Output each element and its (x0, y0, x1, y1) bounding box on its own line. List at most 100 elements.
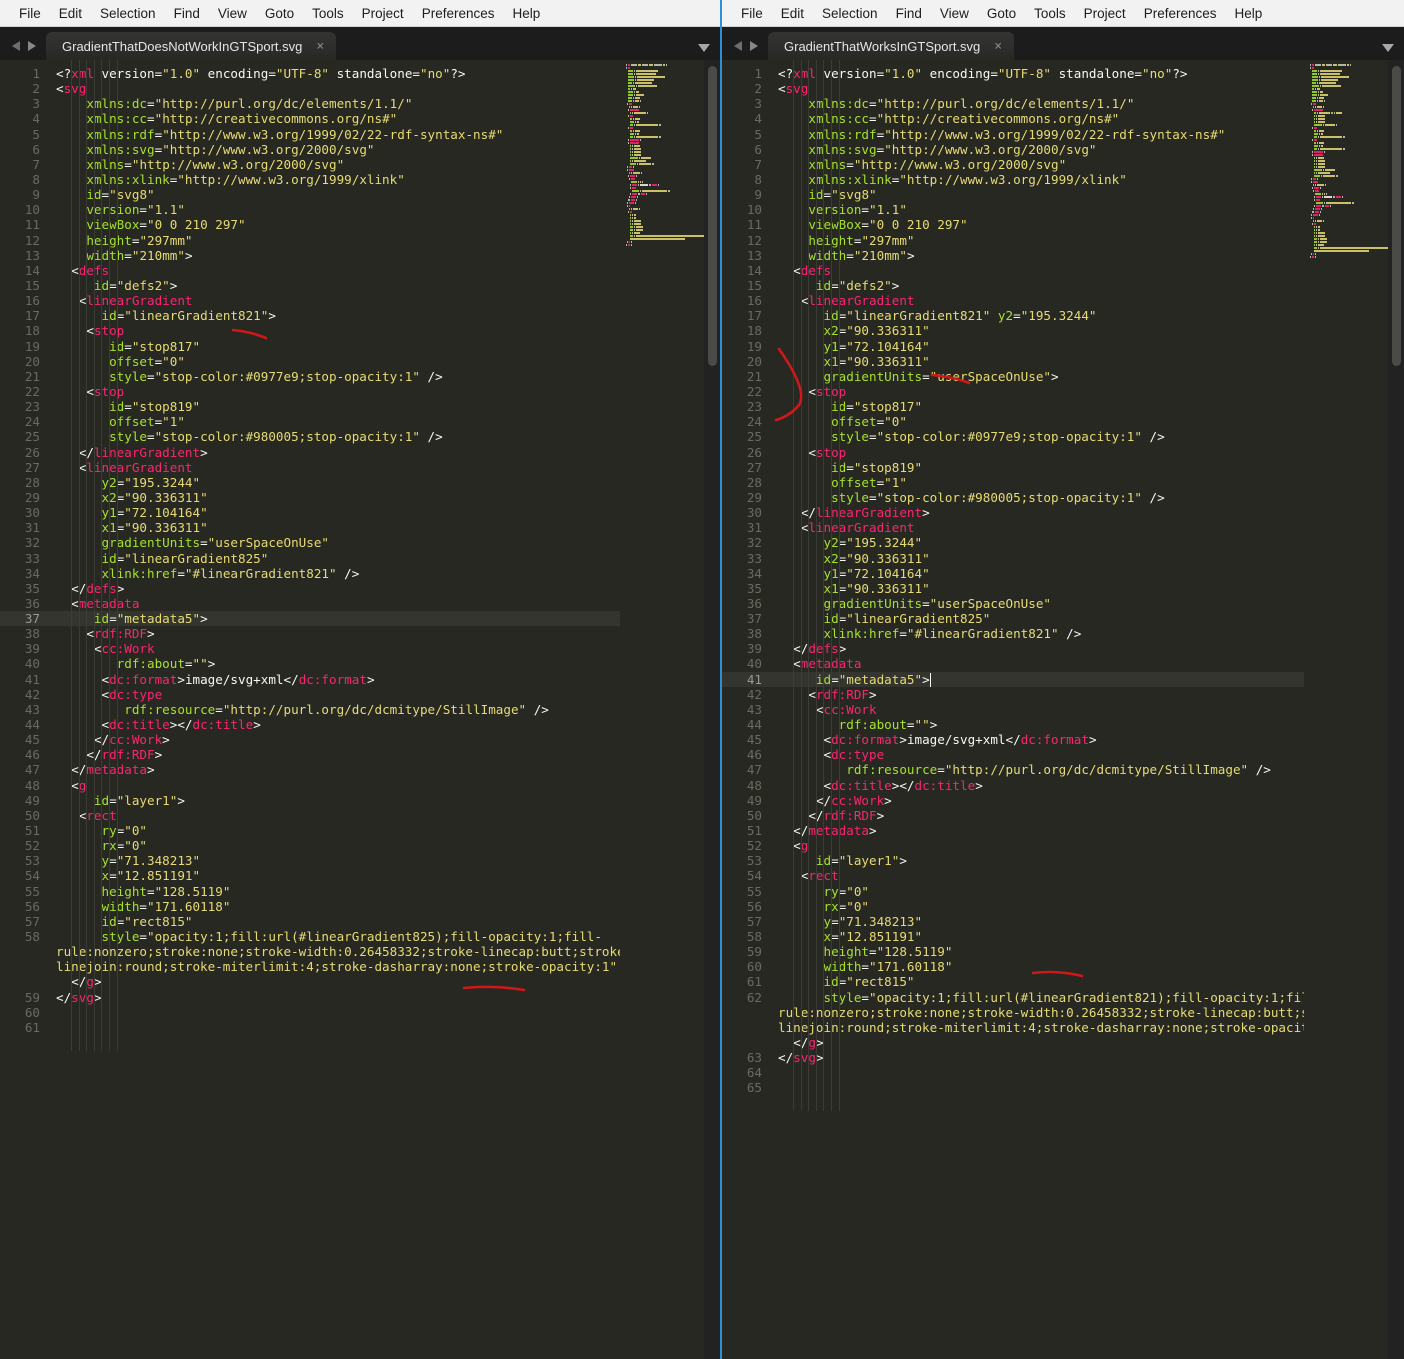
line-number: 13 (746, 247, 762, 263)
token-str: "stop819" (853, 459, 923, 475)
token-attr: rdf:resource (124, 701, 216, 717)
scrollbar-track-left[interactable] (704, 60, 720, 1359)
line-number: 34 (24, 565, 40, 581)
token-tag: g (800, 838, 809, 854)
token-str: "90.336311" (846, 580, 930, 596)
token-str: "171.60118" (147, 898, 231, 914)
menu-item-goto[interactable]: Goto (256, 3, 303, 24)
minimap-line (629, 214, 711, 216)
tab-label: GradientThatWorksInGTSport.svg (784, 38, 981, 54)
line-number: 51 (24, 823, 40, 839)
close-icon[interactable]: × (316, 40, 324, 53)
token-attr: xmlns:dc (808, 96, 870, 112)
menu-item-file[interactable]: File (732, 3, 772, 24)
minimap-line (1312, 91, 1394, 93)
menu-item-find[interactable]: Find (887, 3, 931, 24)
token-attr: ry (823, 883, 839, 899)
editor-right[interactable]: 1 2 3 4 5 6 7 8 9 10 11 12 13 14 15 16 17 18 19 20 21 22 23 24 2… (722, 60, 1404, 1359)
scrollbar-track-right[interactable] (1388, 60, 1404, 1359)
line-number: 45 (24, 732, 40, 748)
menu-item-tools[interactable]: Tools (303, 3, 353, 24)
minimap-line (1311, 109, 1395, 111)
token-tag: dc:title (831, 777, 892, 793)
chevron-down-icon[interactable] (698, 44, 710, 52)
nav-back-icon[interactable] (12, 41, 20, 51)
token-plain: = (109, 611, 117, 627)
line-number: 42 (24, 686, 40, 702)
chevron-down-icon[interactable] (1382, 44, 1394, 52)
token-punc: > (366, 671, 375, 687)
token-punc: </ (71, 580, 87, 596)
menu-item-help[interactable]: Help (504, 3, 550, 24)
close-icon[interactable]: × (994, 40, 1002, 53)
token-tag: metadata (800, 656, 862, 672)
scrollbar-thumb-right[interactable] (1392, 66, 1401, 366)
token-str: "90.336311" (846, 323, 930, 339)
menu-item-file[interactable]: File (10, 3, 50, 24)
menu-item-project[interactable]: Project (1075, 3, 1135, 24)
minimap-line (1312, 94, 1394, 96)
menu-item-selection[interactable]: Selection (813, 3, 887, 24)
minimap-line (629, 112, 711, 114)
nav-forward-icon[interactable] (750, 41, 758, 51)
line-number: 24 (746, 414, 762, 430)
token-tag: g (86, 974, 94, 990)
nav-back-icon[interactable] (734, 41, 742, 51)
menu-item-selection[interactable]: Selection (91, 3, 165, 24)
tab-left[interactable]: GradientThatDoesNotWorkInGTSport.svg × (46, 32, 337, 60)
menu-item-tools[interactable]: Tools (1025, 3, 1075, 24)
token-str: "stop-color:#0977e9;stop-opacity:1" (876, 429, 1142, 445)
editor-left[interactable]: 1 2 3 4 5 6 7 8 9 10 11 12 13 14 15 16 17 18 19 20 21 22 23 24 2… (0, 60, 720, 1359)
minimap-line (630, 121, 710, 123)
menu-item-preferences[interactable]: Preferences (1135, 3, 1226, 24)
line-number: 5 (754, 126, 762, 142)
minimap-line (630, 124, 710, 126)
token-punc: < (823, 747, 832, 763)
line-number: 12 (24, 232, 40, 248)
token-attr: xlink:href (101, 565, 178, 581)
menu-item-view[interactable]: View (931, 3, 978, 24)
token-punc: < (86, 383, 94, 399)
token-punc: > (268, 308, 276, 324)
minimap-line (1313, 184, 1395, 186)
token-str: "1.1" (869, 202, 907, 218)
token-plain: = (147, 429, 155, 445)
minimap-right[interactable] (1304, 60, 1404, 1359)
token-plain: = (147, 96, 155, 112)
minimap-line (626, 244, 711, 246)
token-punc: </ (793, 1035, 809, 1051)
menu-item-preferences[interactable]: Preferences (413, 3, 504, 24)
nav-forward-icon[interactable] (28, 41, 36, 51)
minimap-line (627, 103, 710, 105)
tab-right[interactable]: GradientThatWorksInGTSport.svg × (768, 32, 1015, 60)
token-tag: dc:type (831, 747, 885, 763)
minimap-line (1313, 115, 1395, 117)
menu-item-goto[interactable]: Goto (978, 3, 1025, 24)
token-punc: < (823, 777, 832, 793)
token-punc: < (808, 444, 816, 460)
menu-item-help[interactable]: Help (1226, 3, 1272, 24)
minimap-left[interactable] (620, 60, 720, 1359)
token-attr: y2 (997, 308, 1014, 324)
minimap-line (1313, 196, 1395, 198)
line-number: 1 (32, 66, 40, 81)
scrollbar-thumb-left[interactable] (708, 66, 717, 366)
minimap-line (1311, 223, 1395, 225)
token-punc: /> (419, 368, 443, 384)
menu-item-find[interactable]: Find (165, 3, 209, 24)
menu-item-edit[interactable]: Edit (50, 3, 91, 24)
token-punc: > (815, 1035, 824, 1051)
token-str: "http://www.w3.org/2000/svg" (853, 156, 1067, 172)
menu-item-project[interactable]: Project (353, 3, 413, 24)
menu-item-view[interactable]: View (209, 3, 256, 24)
menu-item-edit[interactable]: Edit (772, 3, 813, 24)
